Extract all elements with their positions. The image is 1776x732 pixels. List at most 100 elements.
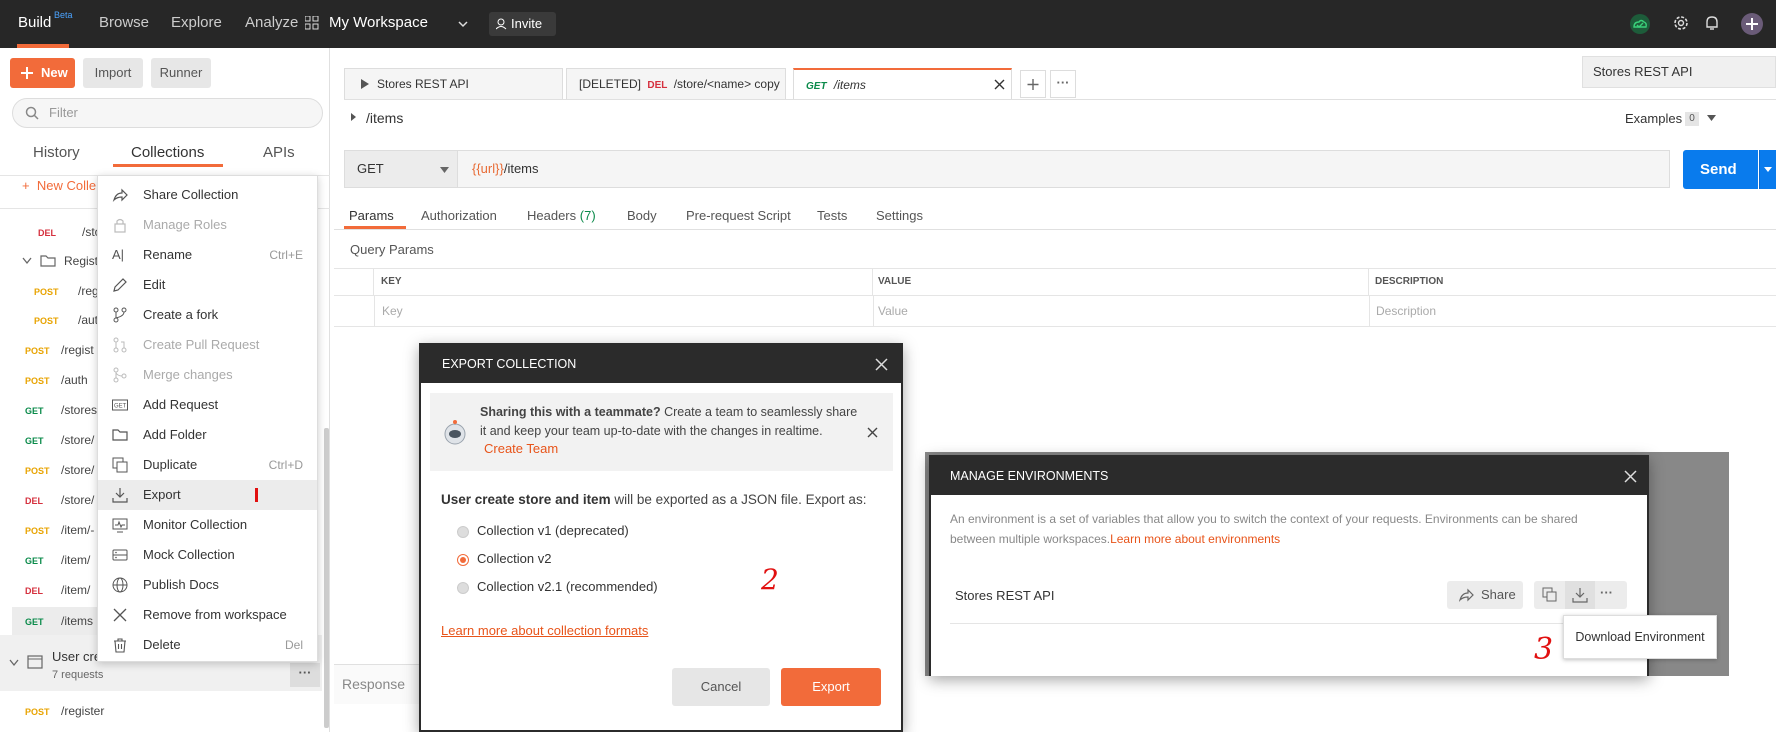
examples-label[interactable]: Examples bbox=[1625, 111, 1682, 126]
export-intro: User create store and item will be expor… bbox=[441, 492, 866, 507]
share-icon bbox=[112, 187, 128, 203]
tab-more-icon[interactable]: ··· bbox=[1050, 70, 1076, 98]
menu-item-add-folder[interactable]: Add Folder bbox=[98, 420, 317, 450]
new-tab-button[interactable] bbox=[1020, 70, 1046, 98]
list-item[interactable]: POST/register bbox=[25, 697, 333, 725]
tab-apis[interactable]: APIs bbox=[263, 144, 295, 161]
monitor-icon bbox=[112, 517, 128, 533]
close-icon[interactable] bbox=[875, 358, 888, 371]
tab-deleted-request[interactable]: [DELETED] DEL /store/<name> copy bbox=[566, 68, 786, 100]
import-button[interactable]: Import bbox=[83, 58, 143, 88]
workspace-selector[interactable]: My Workspace bbox=[329, 14, 428, 31]
tab-params[interactable]: Params bbox=[349, 208, 394, 223]
learn-more-link[interactable]: Learn more about environments bbox=[1110, 532, 1280, 546]
radio-collection-v1[interactable] bbox=[457, 526, 469, 538]
filter-input[interactable]: Filter bbox=[12, 98, 323, 128]
bell-icon[interactable] bbox=[1703, 14, 1723, 34]
method-select[interactable]: GET bbox=[344, 150, 458, 188]
chevron-down-icon bbox=[458, 20, 468, 28]
description-input[interactable]: Description bbox=[1376, 296, 1436, 326]
nav-analyze[interactable]: Analyze bbox=[245, 14, 298, 31]
invite-button[interactable]: Invite bbox=[489, 12, 556, 36]
tab-settings[interactable]: Settings bbox=[876, 208, 923, 223]
more-options-icon[interactable]: ··· bbox=[1600, 585, 1613, 600]
menu-item-create-pull-request[interactable]: Create Pull Request bbox=[98, 330, 317, 360]
tab-tests[interactable]: Tests bbox=[817, 208, 847, 223]
runner-button[interactable]: Runner bbox=[151, 58, 211, 88]
menu-item-edit[interactable]: Edit bbox=[98, 270, 317, 300]
cancel-button[interactable]: Cancel bbox=[672, 668, 770, 706]
menu-item-manage-roles[interactable]: Manage Roles bbox=[98, 210, 317, 240]
build-tab[interactable]: Build bbox=[18, 14, 51, 31]
radio-collection-v2-1[interactable] bbox=[457, 582, 469, 594]
share-button[interactable]: Share bbox=[1447, 581, 1523, 609]
download-environment-button[interactable] bbox=[1565, 581, 1595, 609]
tab-stores-rest-api[interactable]: Stores REST API bbox=[344, 68, 563, 100]
method-badge: POST bbox=[25, 526, 50, 536]
menu-item-rename[interactable]: A| Rename Ctrl+E bbox=[98, 240, 317, 270]
cloud-sync-icon[interactable] bbox=[1628, 13, 1650, 34]
gear-icon[interactable] bbox=[1672, 14, 1692, 34]
export-collection-dialog: EXPORT COLLECTION Sharing this with a te… bbox=[419, 343, 903, 732]
chevron-right-icon[interactable] bbox=[350, 112, 358, 122]
key-input[interactable]: Key bbox=[382, 296, 403, 326]
tab-headers[interactable]: Headers (7) bbox=[527, 208, 596, 223]
search-icon bbox=[25, 106, 39, 120]
menu-item-share-collection[interactable]: Share Collection bbox=[98, 180, 317, 210]
environment-name[interactable]: Stores REST API bbox=[955, 588, 1054, 603]
send-options-button[interactable] bbox=[1759, 150, 1776, 189]
tab-pre-request-script[interactable]: Pre-request Script bbox=[686, 208, 791, 223]
menu-item-remove-from-workspace[interactable]: Remove from workspace bbox=[98, 600, 317, 630]
tab-label: /items bbox=[833, 78, 866, 92]
tab-authorization[interactable]: Authorization bbox=[421, 208, 497, 223]
tab-label: /store/<name> copy bbox=[673, 77, 780, 91]
export-button[interactable]: Export bbox=[781, 668, 881, 706]
method-badge: POST bbox=[34, 287, 59, 297]
method-badge: DEL bbox=[25, 496, 43, 506]
breadcrumb[interactable]: /items bbox=[366, 110, 403, 126]
request-path: /regist bbox=[61, 343, 94, 357]
scrollbar[interactable] bbox=[324, 428, 329, 728]
close-icon[interactable] bbox=[994, 79, 1005, 90]
close-icon[interactable] bbox=[867, 427, 878, 438]
value-input[interactable]: Value bbox=[878, 296, 908, 326]
new-button[interactable]: New bbox=[10, 58, 75, 88]
duplicate-icon[interactable] bbox=[1542, 587, 1558, 603]
close-icon[interactable] bbox=[1624, 470, 1637, 483]
url-input[interactable]: {{url}}/items bbox=[457, 150, 1670, 188]
menu-item-merge-changes[interactable]: Merge changes bbox=[98, 360, 317, 390]
learn-more-link[interactable]: Learn more about collection formats bbox=[441, 623, 648, 638]
menu-item-export[interactable]: Export bbox=[98, 480, 317, 510]
collection-name: User cre bbox=[52, 649, 102, 664]
create-team-link[interactable]: Create Team bbox=[484, 441, 558, 456]
collection-name: User create store and item bbox=[441, 492, 611, 507]
table-checkbox-column bbox=[334, 268, 374, 296]
description-line-2: between multiple workspaces. bbox=[950, 532, 1111, 546]
chevron-down-icon[interactable] bbox=[1707, 115, 1716, 122]
method-badge: POST bbox=[34, 316, 59, 326]
radio-collection-v2[interactable] bbox=[457, 554, 469, 566]
tab-collections[interactable]: Collections bbox=[131, 144, 204, 161]
menu-item-duplicate[interactable]: Duplicate Ctrl+D bbox=[98, 450, 317, 480]
banner-heading: Sharing this with a teammate? bbox=[480, 405, 661, 419]
method-badge: POST bbox=[25, 466, 50, 476]
send-button[interactable]: Send bbox=[1683, 150, 1758, 189]
nav-browse[interactable]: Browse bbox=[99, 14, 149, 31]
tab-body[interactable]: Body bbox=[627, 208, 657, 223]
menu-item-publish-docs[interactable]: Publish Docs bbox=[98, 570, 317, 600]
avatar[interactable] bbox=[1740, 12, 1763, 35]
menu-item-add-request[interactable]: GET Add Request bbox=[98, 390, 317, 420]
new-collection-link[interactable]: + New Colle bbox=[22, 178, 96, 193]
environment-selector[interactable]: Stores REST API bbox=[1582, 56, 1776, 88]
menu-item-mock-collection[interactable]: Mock Collection bbox=[98, 540, 317, 570]
dialog-title: EXPORT COLLECTION bbox=[442, 357, 577, 371]
dialog-title: MANAGE ENVIRONMENTS bbox=[950, 469, 1109, 483]
workspace-grid-icon[interactable] bbox=[305, 16, 319, 30]
menu-item-create-fork[interactable]: Create a fork bbox=[98, 300, 317, 330]
menu-item-delete[interactable]: Delete Del bbox=[98, 630, 317, 660]
nav-explore[interactable]: Explore bbox=[171, 14, 222, 31]
more-options-icon[interactable]: ··· bbox=[290, 663, 320, 687]
tab-history[interactable]: History bbox=[33, 144, 80, 161]
tab-get-items[interactable]: GET /items bbox=[793, 68, 1012, 100]
menu-item-monitor-collection[interactable]: Monitor Collection bbox=[98, 510, 317, 540]
